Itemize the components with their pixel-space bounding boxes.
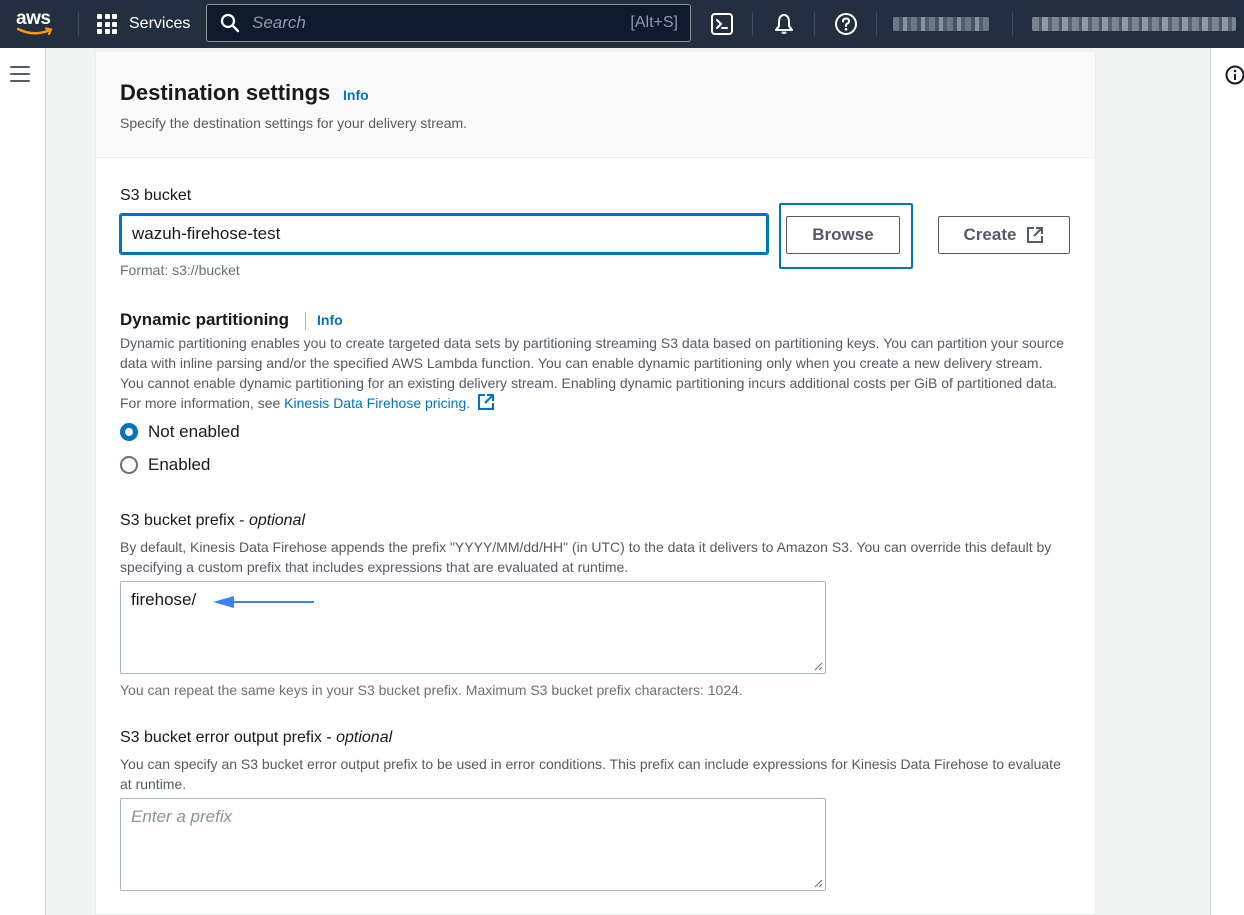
dynamic-partitioning-info-link[interactable]: Info bbox=[317, 312, 343, 328]
aws-logo[interactable]: aws bbox=[16, 8, 60, 38]
dynamic-partitioning-label: Dynamic partitioning bbox=[120, 310, 290, 329]
radio-unchecked-icon[interactable] bbox=[120, 456, 138, 474]
s3-bucket-label: S3 bucket bbox=[120, 187, 192, 204]
radio-label: Not enabled bbox=[148, 422, 240, 441]
nav-divider bbox=[1012, 12, 1013, 36]
radio-label: Enabled bbox=[148, 455, 211, 474]
help-icon[interactable] bbox=[834, 12, 858, 36]
search-shortcut: [Alt+S] bbox=[630, 14, 678, 31]
search-input[interactable]: Search [Alt+S] bbox=[206, 4, 691, 42]
format-hint: Format: s3://bucket bbox=[120, 262, 240, 278]
s3-error-prefix-description: You can specify an S3 bucket error outpu… bbox=[120, 756, 1061, 792]
annotation-arrow-icon bbox=[213, 596, 314, 608]
info-link[interactable]: Info bbox=[343, 87, 369, 103]
cloudshell-icon[interactable] bbox=[710, 12, 734, 36]
destination-settings-container: Destination settings Info Specify the de… bbox=[95, 52, 1096, 915]
aws-smile-icon bbox=[16, 27, 53, 36]
pricing-link[interactable]: Kinesis Data Firehose pricing. bbox=[284, 395, 470, 411]
nav-divider bbox=[876, 12, 877, 36]
s3-error-prefix-textarea[interactable]: Enter a prefix bbox=[120, 798, 826, 891]
dynamic-partitioning-description: Dynamic partitioning enables you to crea… bbox=[120, 333, 1065, 413]
create-button-label: Create bbox=[963, 225, 1017, 244]
section-description: Specify the destination settings for you… bbox=[120, 115, 468, 131]
optional-tag: optional bbox=[336, 729, 393, 746]
hamburger-menu-icon[interactable] bbox=[10, 66, 30, 82]
redacted-account-menu[interactable] bbox=[1032, 17, 1236, 31]
radio-not-enabled[interactable]: Not enabled bbox=[120, 422, 240, 442]
resize-handle-icon[interactable] bbox=[813, 661, 823, 671]
info-panel-icon[interactable] bbox=[1225, 65, 1244, 85]
services-menu-button[interactable]: Services bbox=[97, 12, 190, 36]
label-divider bbox=[305, 312, 306, 330]
s3-bucket-value: wazuh-firehose-test bbox=[132, 224, 281, 243]
s3-prefix-value: firehose/ bbox=[131, 590, 197, 609]
left-side-rail bbox=[0, 48, 46, 915]
s3-prefix-label-text: S3 bucket prefix - bbox=[120, 512, 249, 529]
s3-bucket-input[interactable]: wazuh-firehose-test bbox=[120, 214, 768, 254]
external-link-icon bbox=[1027, 227, 1044, 243]
s3-prefix-label: S3 bucket prefix - optional bbox=[120, 512, 305, 530]
s3-error-prefix-placeholder: Enter a prefix bbox=[131, 807, 233, 826]
nav-divider bbox=[814, 12, 815, 36]
s3-error-prefix-label: S3 bucket error output prefix - optional bbox=[120, 729, 392, 747]
aws-logo-text: aws bbox=[16, 8, 51, 29]
s3-prefix-description: By default, Kinesis Data Firehose append… bbox=[120, 539, 1052, 575]
right-side-rail bbox=[1210, 48, 1244, 915]
radio-enabled[interactable]: Enabled bbox=[120, 455, 210, 475]
s3-prefix-hint: You can repeat the same keys in your S3 … bbox=[120, 682, 743, 698]
external-link-icon[interactable] bbox=[477, 393, 495, 411]
top-navigation: aws Services Search [Alt+S] bbox=[0, 0, 1244, 48]
search-placeholder: Search bbox=[252, 13, 306, 32]
grid-icon bbox=[97, 14, 117, 34]
nav-divider bbox=[78, 12, 79, 36]
browse-button[interactable]: Browse bbox=[786, 216, 900, 254]
nav-divider bbox=[752, 12, 753, 36]
dynamic-partitioning-text: Dynamic partitioning enables you to crea… bbox=[120, 335, 1065, 411]
bell-icon[interactable] bbox=[772, 12, 796, 36]
resize-handle-icon[interactable] bbox=[813, 878, 823, 888]
page-title: Destination settings bbox=[120, 80, 331, 105]
radio-checked-icon[interactable] bbox=[120, 423, 138, 441]
optional-tag: optional bbox=[248, 512, 305, 529]
create-button[interactable]: Create bbox=[938, 216, 1070, 254]
container-header: Destination settings Info Specify the de… bbox=[96, 52, 1095, 158]
services-label: Services bbox=[129, 15, 191, 32]
s3-error-prefix-label-text: S3 bucket error output prefix - bbox=[120, 729, 337, 746]
search-icon bbox=[220, 13, 240, 33]
redacted-region-menu[interactable] bbox=[893, 17, 989, 31]
browse-button-label: Browse bbox=[812, 225, 874, 244]
